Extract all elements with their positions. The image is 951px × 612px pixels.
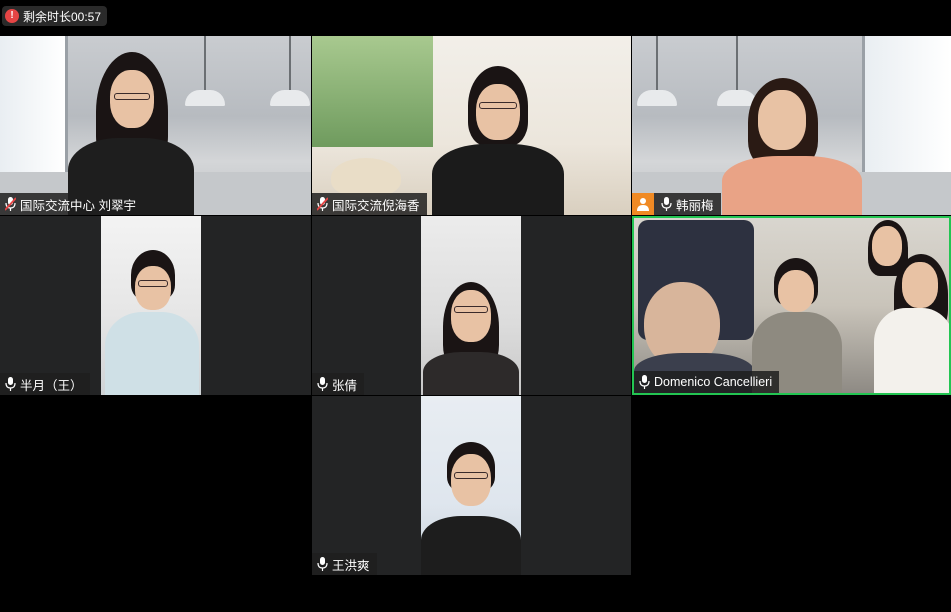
timer-label: 剩余时长00:57 <box>23 9 102 24</box>
mic-icon <box>5 377 16 391</box>
mic-icon <box>317 557 328 571</box>
participant-name: 半月（王） <box>20 378 83 393</box>
participant-name: 王洪爽 <box>332 558 370 573</box>
video-tile[interactable]: 半月（王） <box>0 216 311 395</box>
top-bar: ! 剩余时长00:57 <box>0 0 951 35</box>
participant-video <box>60 46 200 215</box>
video-tile[interactable]: 国际交流倪海香 <box>312 36 631 215</box>
participant-name-tag: 韩丽梅 <box>632 193 721 215</box>
participant-name-tag: Domenico Cancellieri <box>634 371 780 393</box>
participant-name: 国际交流中心 刘翠宇 <box>20 198 136 213</box>
participant-name-tag: 王洪爽 <box>312 553 377 575</box>
participant-name-tag: 张倩 <box>312 373 365 395</box>
participant-video <box>634 218 949 393</box>
video-tile[interactable]: 张倩 <box>312 216 631 395</box>
participant-name: 张倩 <box>332 378 358 393</box>
mic-muted-icon <box>5 197 16 211</box>
participant-video-frame <box>101 216 201 395</box>
participant-video-frame <box>421 216 521 395</box>
video-tile[interactable]: 韩丽梅 <box>632 36 951 215</box>
participant-name-tag: 半月（王） <box>0 373 90 395</box>
mic-icon <box>661 197 672 211</box>
participant-name: 韩丽梅 <box>676 198 714 213</box>
participant-video <box>712 76 862 215</box>
video-tile[interactable]: 国际交流中心 刘翠宇 <box>0 36 311 215</box>
participant-video-frame <box>421 396 521 575</box>
alert-icon: ! <box>5 9 19 23</box>
participant-name: 国际交流倪海香 <box>332 198 420 213</box>
participant-video <box>422 56 572 215</box>
participant-name-tag: 国际交流倪海香 <box>312 193 427 215</box>
mic-icon <box>317 377 328 391</box>
participant-name-tag: 国际交流中心 刘翠宇 <box>0 193 143 215</box>
user-avatar-icon <box>632 193 654 215</box>
participant-name: Domenico Cancellieri <box>654 375 773 389</box>
mic-icon <box>639 375 650 389</box>
mic-muted-icon <box>317 197 328 211</box>
meeting-timer[interactable]: ! 剩余时长00:57 <box>2 6 108 26</box>
video-tile-active-speaker[interactable]: Domenico Cancellieri <box>632 216 951 395</box>
video-tile[interactable]: 王洪爽 <box>312 396 631 575</box>
